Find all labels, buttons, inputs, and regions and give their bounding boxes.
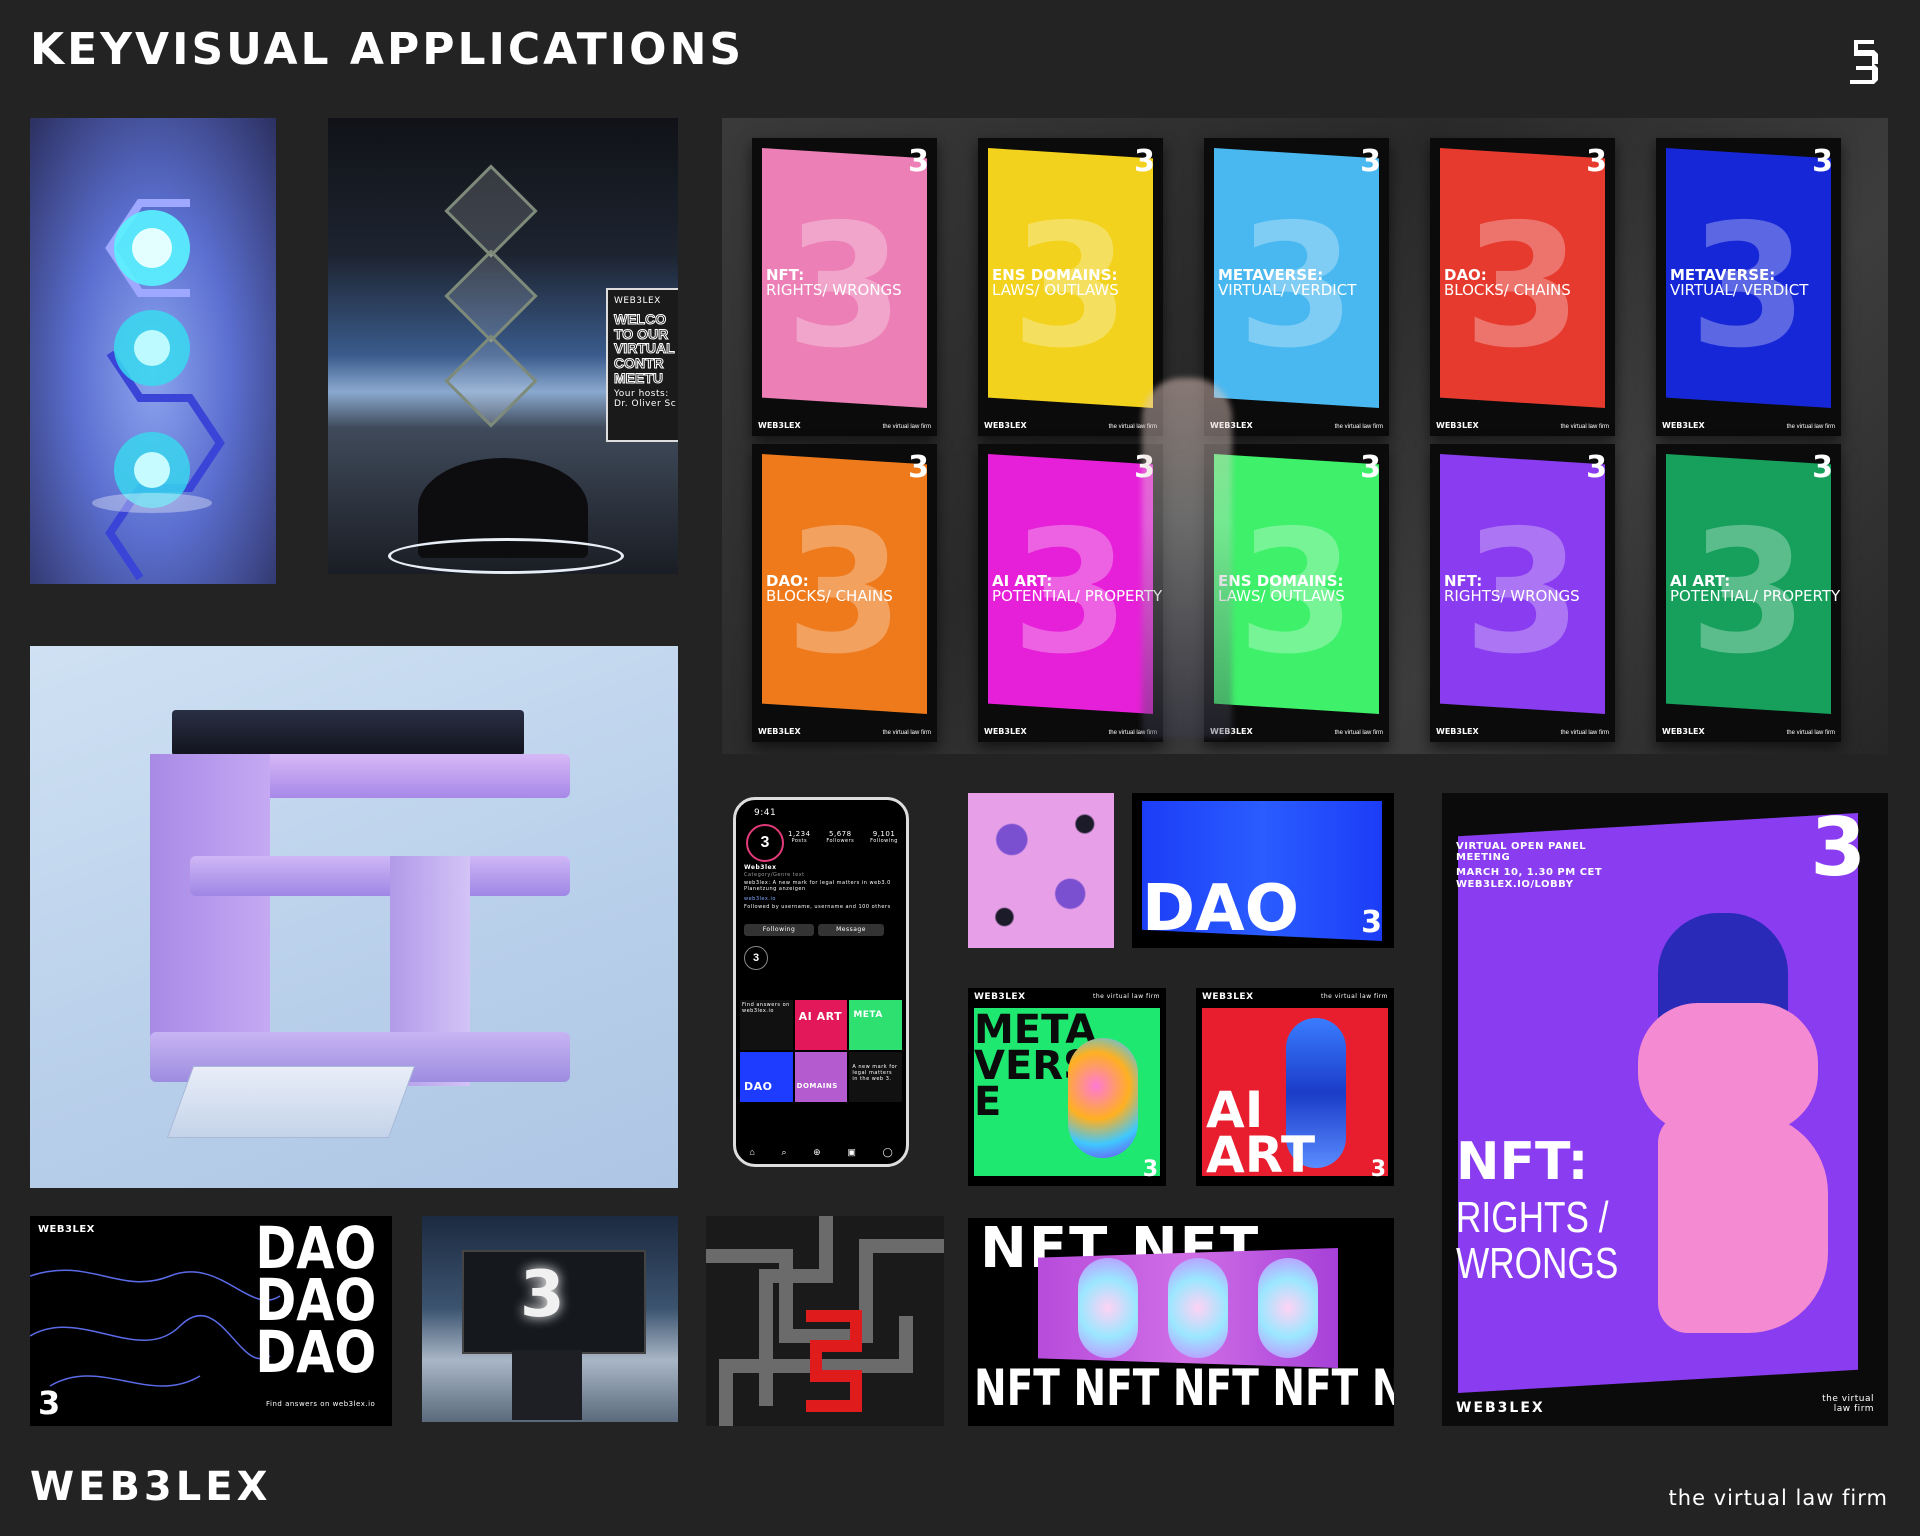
post-grid: Find answers on web3lex.io AI ART META D… (740, 1000, 902, 1102)
web3lex-logo: 3 (1134, 144, 1155, 179)
pattern-tile (968, 793, 1114, 948)
profile-name: Web3lex (744, 864, 777, 871)
profile-category: Category/Genre text (744, 872, 805, 878)
search-icon[interactable]: ⌕ (781, 1147, 786, 1158)
billboard-render: 3 (422, 1216, 678, 1422)
web3lex-logo: 3 (1586, 450, 1607, 485)
metaverse-card: WEB3LEX the virtual law firm META VERS E… (968, 988, 1166, 1186)
wall-poster: 3 3 DAO: BLOCKS/ CHAINS WEB3LEX the virtual l… (752, 444, 937, 742)
page-title: KEYVISUAL APPLICATIONS (30, 24, 745, 75)
add-post-icon[interactable]: ⊕ (813, 1147, 821, 1158)
pipes-render (706, 1216, 944, 1426)
ai-art-card: WEB3LEX the virtual law firm AI ART 3 (1196, 988, 1394, 1186)
web3lex-logo: 3 (1142, 1157, 1158, 1182)
web3lex-logo: 3 (1360, 450, 1381, 485)
reels-icon[interactable]: ▣ (847, 1147, 856, 1158)
grid-post[interactable]: A new mark for legal matters in the web … (849, 1052, 902, 1102)
virtual-lobby-render: WEB3LEX WELCO TO OUR VIRTUAL CONTR MEETU… (328, 118, 678, 574)
lobby-screen: WEB3LEX WELCO TO OUR VIRTUAL CONTR MEETU… (606, 288, 678, 442)
wall-poster: 33AI ART:POTENTIAL/ PROPERTYWEB3LEXthe v… (1656, 444, 1841, 742)
home-icon[interactable]: ⌂ (749, 1147, 754, 1158)
bottom-nav: ⌂ ⌕ ⊕ ▣ ◯ (736, 1147, 906, 1158)
web3lex-logo: 3 (1361, 905, 1382, 940)
web3lex-logo: 3 (908, 144, 929, 179)
profile-link[interactable]: web3lex.io (744, 896, 776, 902)
web3lex-3-logo-icon (1846, 36, 1882, 86)
avatar[interactable]: 3 (746, 824, 784, 862)
wall-poster: 3 3 NFT: RIGHTS/ WRONGS WEB3LEX the virtual l… (752, 138, 937, 436)
profile-icon[interactable]: ◯ (883, 1147, 893, 1158)
web3lex-logo: 3 (1812, 144, 1833, 179)
highlight-logo[interactable]: 3 (744, 946, 768, 970)
big-nft-poster: 3 VIRTUAL OPEN PANEL MEETING MARCH 10, 1… (1442, 793, 1888, 1426)
profile-stats: 1,234 Posts 5,678 Followers 9,101 Following (788, 830, 898, 844)
grid-post[interactable]: Find answers on web3lex.io (740, 1000, 793, 1050)
wall-poster: 3 3 NFT: RIGHTS/ WRONGS WEB3LEX the virtual l… (1430, 444, 1615, 742)
dao-card: DAO 3 (1132, 793, 1394, 948)
grid-post[interactable]: META (849, 1000, 902, 1050)
wall-poster: 33AI ART:POTENTIAL/ PROPERTYWEB3LEXthe v… (978, 444, 1163, 742)
wall-poster: 33METAVERSE:VIRTUAL/ VERDICTWEB3LEXthe v… (1204, 138, 1389, 436)
footer-tagline: the virtual law firm (1668, 1486, 1888, 1510)
grid-post[interactable]: AI ART (794, 1000, 848, 1050)
poster-wall: 3 3 NFT: RIGHTS/ WRONGS WEB3LEX the virtual l… (722, 118, 1888, 754)
grid-post[interactable]: DAO (740, 1052, 793, 1102)
web3lex-logo: 3 (1370, 1157, 1386, 1182)
dao-stack-card: WEB3LEX DAO DAO DAO Find answers on web3… (30, 1216, 392, 1426)
message-button[interactable]: Message (818, 924, 884, 936)
hexagon-cube-keyvisual (30, 118, 276, 584)
web3lex-logo: 3 (1586, 144, 1607, 179)
web3lex-logo: 3 (1810, 801, 1866, 894)
web3lex-logo: 3 (1360, 144, 1381, 179)
followed-by: Followed by username, username and 100 o… (744, 904, 891, 910)
wall-poster: 3 3 DAO: BLOCKS/ CHAINS WEB3LEX the virtual l… (1430, 138, 1615, 436)
wall-poster: 33ENS DOMAINS:LAWS/ OUTLAWSWEB3LEXthe vi… (978, 138, 1163, 436)
profile-bio: web3lex: A new mark for legal matters in… (744, 880, 891, 892)
printer-3d-render (30, 646, 678, 1188)
pixel-3-shape (1618, 913, 1828, 1333)
footer-brand: WEB3LEX (30, 1464, 272, 1510)
walking-person (1142, 378, 1232, 738)
instagram-phone-mockup: 9:41 3 1,234 Posts 5,678 Followers 9,101 Fo… (733, 797, 909, 1167)
wall-poster: 33METAVERSE:VIRTUAL/ VERDICTWEB3LEXthe v… (1656, 138, 1841, 436)
grid-post[interactable]: DOMAINS (794, 1052, 848, 1102)
web3lex-logo: 3 (908, 450, 929, 485)
nft-repeat-card: NFT NFT NFT NFT NFT NFT NFT (968, 1218, 1394, 1426)
dao-stack: DAO DAO DAO (255, 1216, 376, 1387)
web3lex-logo: 3 (1812, 450, 1833, 485)
following-button[interactable]: Following (744, 924, 814, 936)
web3lex-logo: 3 (38, 1384, 61, 1422)
